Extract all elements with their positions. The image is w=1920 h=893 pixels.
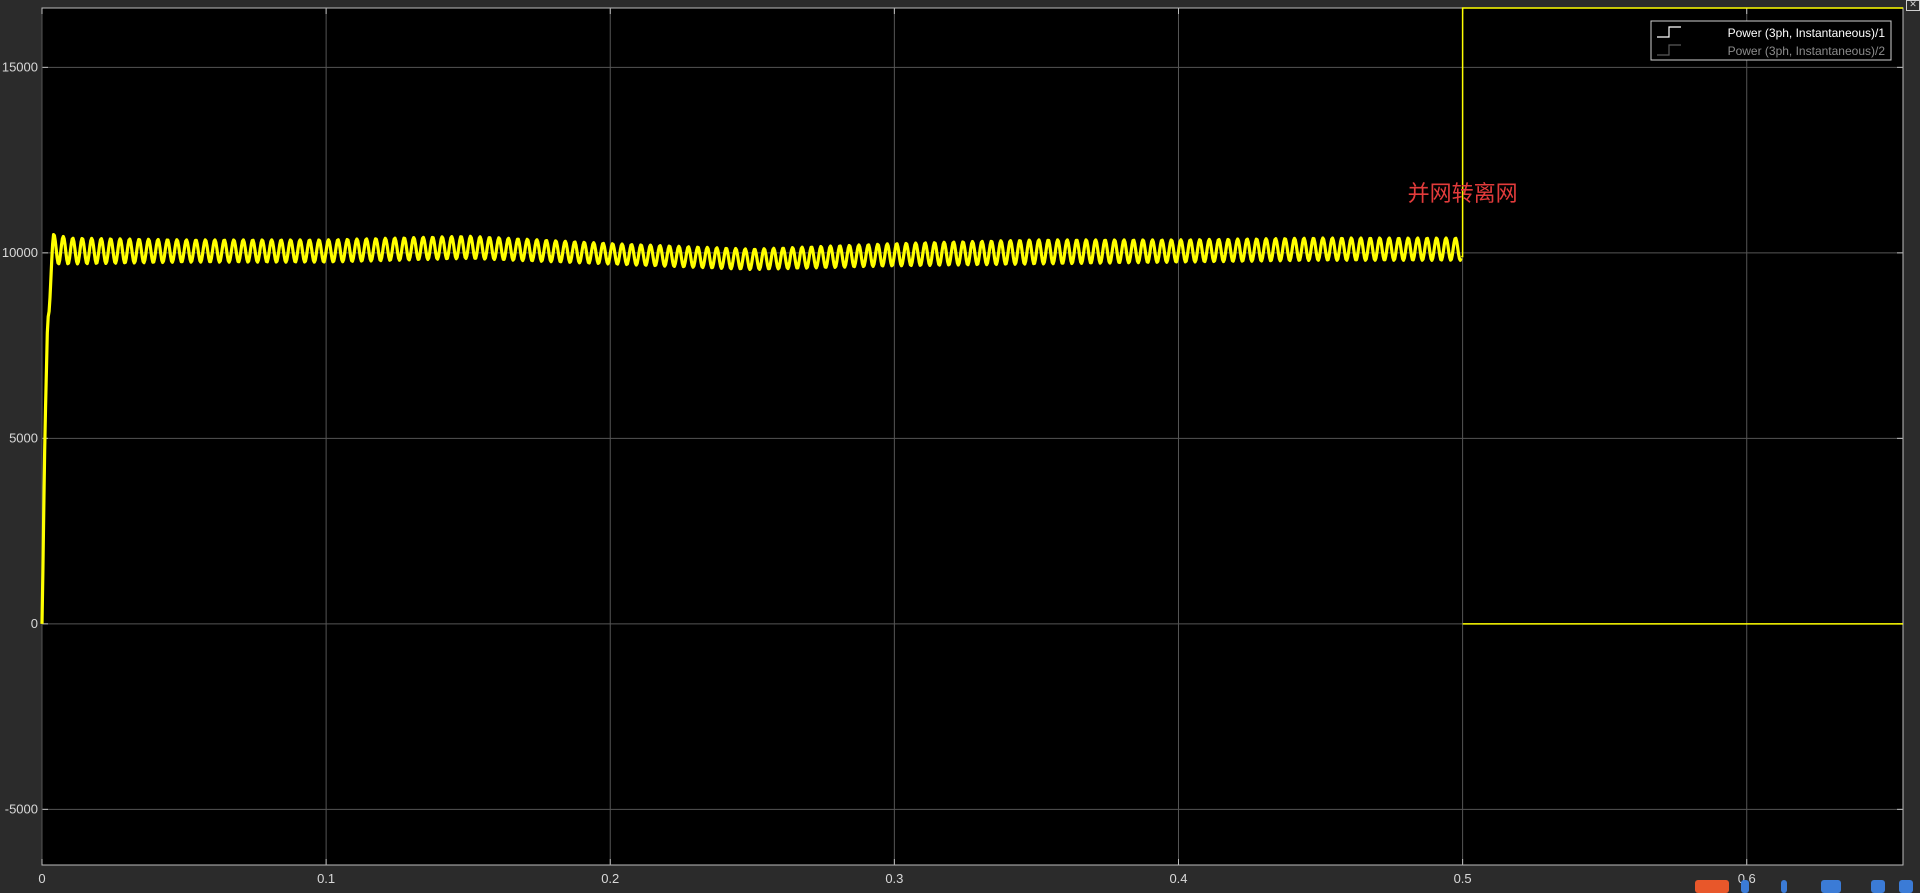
x-tick-label: 0.4 <box>1169 871 1187 886</box>
y-tick-label: 0 <box>31 616 38 631</box>
chinese-input-icon[interactable] <box>1741 880 1749 893</box>
gear-icon[interactable] <box>1899 880 1913 893</box>
y-tick-label: 10000 <box>2 245 38 260</box>
keyboard-icon[interactable] <box>1821 880 1841 893</box>
shirt-icon[interactable] <box>1871 880 1885 893</box>
x-tick-label: 0.1 <box>317 871 335 886</box>
x-tick-label: 0.3 <box>885 871 903 886</box>
scope-window: -5000 0 5000 10000 15000 0 0.1 0.2 0.3 0.4 0.5 0.6 并… <box>0 0 1920 893</box>
y-tick-label: -5000 <box>5 801 38 816</box>
system-tray <box>1695 876 1920 893</box>
legend-entry: Power (3ph, Instantaneous)/1 <box>1728 26 1886 40</box>
close-icon[interactable]: ✕ <box>1906 0 1920 11</box>
y-tick-label: 5000 <box>9 430 38 445</box>
annotation-label: 并网转离网 <box>1408 182 1518 207</box>
x-tick-label: 0.5 <box>1454 871 1472 886</box>
scope-plot: -50000500010000150000 0.1 0.2 0.3 0.4 0.5 0.6并… <box>2 7 1904 886</box>
x-tick-label: 0.2 <box>601 871 619 886</box>
legend-entry: Power (3ph, Instantaneous)/2 <box>1728 44 1886 58</box>
plot-area <box>41 7 1904 866</box>
y-tick-label: 15000 <box>2 59 38 74</box>
punctuation-icon[interactable] <box>1781 880 1787 893</box>
x-tick-label: 0 <box>38 871 45 886</box>
ime-icon[interactable] <box>1695 880 1729 893</box>
